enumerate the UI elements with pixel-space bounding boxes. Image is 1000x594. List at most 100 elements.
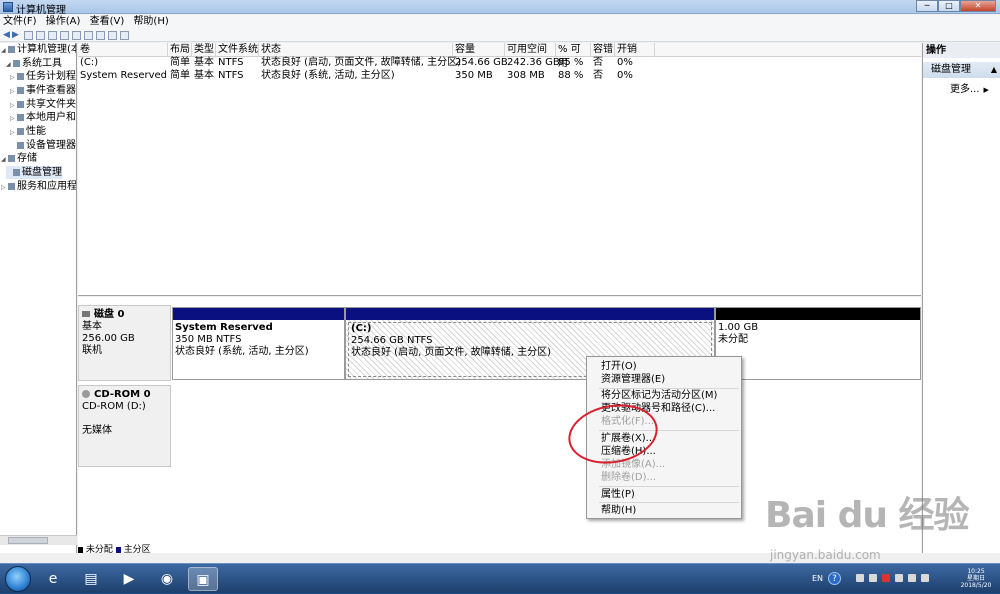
menu-help[interactable]: 帮助(H) xyxy=(130,15,171,29)
disk-drive-icon xyxy=(82,311,90,317)
collapse-up-icon[interactable]: ▲ xyxy=(991,62,997,78)
table-cell: 308 MB xyxy=(507,70,545,81)
services-icon xyxy=(8,183,15,190)
primary-partition-bar xyxy=(346,308,714,320)
minimize-button[interactable]: ─ xyxy=(916,0,938,12)
tray-icon[interactable] xyxy=(856,574,864,582)
window-controls: ─ □ ✕ xyxy=(916,0,996,12)
show-tree-icon[interactable] xyxy=(36,31,45,40)
settings-icon[interactable] xyxy=(84,31,93,40)
network-icon[interactable] xyxy=(895,574,903,582)
back-arrow-icon[interactable]: ◀ xyxy=(3,31,12,40)
app-icon[interactable]: ◉ xyxy=(152,567,182,591)
primary-partition-bar xyxy=(173,308,344,320)
forward-arrow-icon[interactable]: ▶ xyxy=(12,31,21,40)
cdrom-0-info[interactable]: CD-ROM 0 CD-ROM (D:) 无媒体 xyxy=(78,385,171,467)
start-orb-icon[interactable] xyxy=(5,566,31,592)
actions-pane: 操作 磁盘管理 ▲ 更多... ▶ xyxy=(922,43,1000,553)
column-header-layout[interactable]: 布局 xyxy=(168,43,192,57)
disk-icon xyxy=(13,169,20,176)
tree-item-disk-management[interactable]: 磁盘管理 xyxy=(6,166,62,179)
tree-item-services-apps[interactable]: ▷ 服务和应用程 xyxy=(1,180,76,194)
event-log-icon xyxy=(17,87,24,94)
table-row[interactable]: System Reserved 简单 基本 NTFS 状态良好 (系统, 活动,… xyxy=(78,70,921,82)
actions-section-disk-management[interactable]: 磁盘管理 ▲ xyxy=(923,62,1000,78)
title-bar[interactable]: 计算机管理 ─ □ ✕ xyxy=(0,0,1000,16)
tray-icon[interactable] xyxy=(921,574,929,582)
volume-name: (C:) xyxy=(80,57,99,68)
expand-triangle-icon[interactable]: ▷ xyxy=(10,85,17,98)
column-header-type[interactable]: 类型 xyxy=(192,43,216,57)
column-header-percent-free[interactable]: % 可用 xyxy=(556,43,591,69)
column-header-filesystem[interactable]: 文件系统 xyxy=(216,43,259,57)
maximize-button[interactable]: □ xyxy=(938,0,960,12)
partition-system-reserved[interactable]: System Reserved 350 MB NTFS 状态良好 (系统, 活动… xyxy=(172,307,345,380)
column-header-fault-tolerance[interactable]: 容错 xyxy=(591,43,615,57)
file-explorer-icon[interactable]: ▤ xyxy=(76,567,106,591)
collapse-triangle-icon[interactable]: ◢ xyxy=(1,44,8,57)
collapse-triangle-icon[interactable]: ◢ xyxy=(1,153,8,166)
expand-triangle-icon[interactable]: ▷ xyxy=(10,126,17,139)
shared-folder-icon xyxy=(17,101,24,108)
menu-item-delete-volume: 删除卷(D)... xyxy=(601,472,657,483)
column-header-volume[interactable]: 卷 xyxy=(78,43,168,57)
tree-item-performance[interactable]: ▷ 性能 xyxy=(10,125,46,138)
delete-icon[interactable] xyxy=(108,31,117,40)
column-header-status[interactable]: 状态 xyxy=(259,43,453,57)
more-actions-label: 更多... xyxy=(950,84,980,95)
export-icon[interactable] xyxy=(120,31,129,40)
computer-management-taskbar-icon[interactable]: ▣ xyxy=(188,567,218,591)
tree-item-computer-management[interactable]: ◢计算机管理(本地 xyxy=(1,43,76,57)
menu-view[interactable]: 查看(V) xyxy=(87,15,128,29)
language-indicator[interactable]: EN xyxy=(812,574,823,583)
partition-status: 未分配 xyxy=(718,334,748,345)
menu-item-help[interactable]: 帮助(H) xyxy=(601,504,636,517)
tree-item-device-manager[interactable]: 设备管理器 xyxy=(10,139,76,152)
watermark-url: jingyan.baidu.com xyxy=(770,548,881,562)
tree-horizontal-scrollbar[interactable] xyxy=(0,535,77,545)
computer-management-window: 计算机管理 ─ □ ✕ 文件(F) 操作(A) 查看(V) 帮助(H) ◀ ▶ … xyxy=(0,0,1000,563)
tree-item-local-users[interactable]: ▷ 本地用户和 xyxy=(10,111,76,124)
tree-item-event-viewer[interactable]: ▷ 事件查看器 xyxy=(10,84,76,97)
more-actions-link[interactable]: 更多... ▶ xyxy=(950,84,989,96)
tree-item-task-scheduler[interactable]: ▷ 任务计划程 xyxy=(10,70,76,83)
clock[interactable]: 10:25 星期日 2018/5/20 xyxy=(956,568,996,589)
action-center-flag-icon[interactable] xyxy=(882,574,890,582)
menu-separator xyxy=(599,486,739,487)
disk-0-info[interactable]: 磁盘 0 基本 256.00 GB 联机 xyxy=(78,305,171,381)
menu-item-explorer[interactable]: 资源管理器(E) xyxy=(601,373,665,386)
refresh-icon[interactable] xyxy=(96,31,105,40)
expand-triangle-icon[interactable]: ▷ xyxy=(1,181,8,194)
close-button[interactable]: ✕ xyxy=(960,0,996,12)
column-header-capacity[interactable]: 容量 xyxy=(453,43,505,57)
expand-triangle-icon[interactable]: ▷ xyxy=(10,71,17,84)
table-cell: 242.36 GB xyxy=(507,57,560,68)
actions-header: 操作 xyxy=(923,43,1000,58)
expand-triangle-icon[interactable]: ▷ xyxy=(10,112,17,125)
navigation-tree: ◢计算机管理(本地 ◢系统工具 ▷任务计划程 ▷事件查看器 ▷共享文件夹 ▷本地… xyxy=(0,43,77,553)
table-cell: NTFS xyxy=(218,70,244,81)
internet-explorer-icon[interactable]: e xyxy=(38,567,68,591)
tree-item-shared-folders[interactable]: ▷ 共享文件夹 xyxy=(10,98,76,111)
column-header-free-space[interactable]: 可用空间 xyxy=(505,43,556,57)
table-row[interactable]: (C:) 简单 基本 NTFS 状态良好 (启动, 页面文件, 故障转储, 主分… xyxy=(78,57,921,69)
scrollbar-thumb[interactable] xyxy=(8,537,48,544)
menu-file[interactable]: 文件(F) xyxy=(0,15,40,29)
list-view-icon[interactable] xyxy=(72,31,81,40)
up-folder-icon[interactable] xyxy=(24,31,33,40)
tree-item-system-tools[interactable]: ◢ 系统工具 xyxy=(6,57,62,70)
menu-item-open[interactable]: 打开(O) xyxy=(601,360,637,373)
menu-item-properties[interactable]: 属性(P) xyxy=(601,488,635,501)
menu-action[interactable]: 操作(A) xyxy=(43,15,84,29)
partition-unallocated[interactable]: 1.00 GB 未分配 xyxy=(715,307,921,380)
volume-icon[interactable] xyxy=(908,574,916,582)
help-book-icon[interactable] xyxy=(60,31,69,40)
tree-item-storage[interactable]: ◢ 存储 xyxy=(1,152,37,165)
table-cell: 状态良好 (启动, 页面文件, 故障转储, 主分区) xyxy=(261,57,462,68)
media-player-icon[interactable]: ▶ xyxy=(114,567,144,591)
help-icon[interactable]: ? xyxy=(828,572,841,585)
column-header-overhead[interactable]: 开销 xyxy=(615,43,655,57)
menu-item-mark-active[interactable]: 将分区标记为活动分区(M) xyxy=(601,389,717,402)
properties-icon[interactable] xyxy=(48,31,57,40)
tray-icon[interactable] xyxy=(869,574,877,582)
